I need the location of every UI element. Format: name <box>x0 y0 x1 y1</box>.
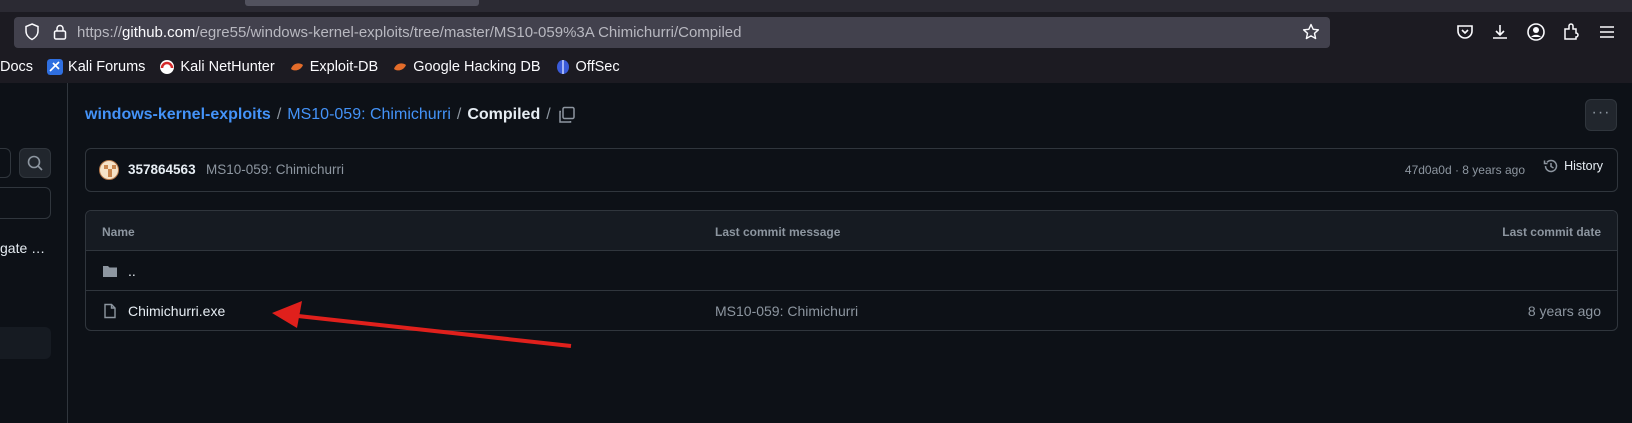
column-header-name: Name <box>102 225 135 239</box>
history-button[interactable]: History <box>1543 158 1603 174</box>
bookmark-star-icon[interactable] <box>1302 23 1320 41</box>
search-button[interactable] <box>19 148 51 178</box>
copy-path-icon[interactable] <box>557 105 577 125</box>
breadcrumb-repo-link[interactable]: windows-kernel-exploits <box>85 106 271 124</box>
extensions-icon[interactable] <box>1561 22 1581 42</box>
bookmark-label: Exploit-DB <box>309 59 379 75</box>
bookmarks-bar: Docs Kali Forums Kali NetHunter Exploit-… <box>0 55 634 79</box>
commit-message[interactable]: MS10-059: Chimichurri <box>206 162 344 177</box>
commit-meta[interactable]: 47d0a0d · 8 years ago <box>1405 163 1525 177</box>
branch-selector[interactable] <box>0 148 11 178</box>
latest-commit-box: 357864563 MS10-059: Chimichurri 47d0a0d … <box>85 148 1618 192</box>
file-filter-input[interactable] <box>0 187 51 219</box>
tab-strip <box>0 0 1632 12</box>
table-header: Name Last commit message Last commit dat… <box>86 211 1617 251</box>
download-icon[interactable] <box>1490 22 1510 42</box>
pocket-icon[interactable] <box>1455 22 1475 42</box>
file-tree-selected-item[interactable] <box>0 327 51 359</box>
avatar[interactable] <box>99 160 119 180</box>
file-commit-date: 8 years ago <box>1527 303 1601 319</box>
url-text[interactable]: https://github.com/egre55/windows-kernel… <box>77 24 741 41</box>
bookmark-kali-forums[interactable]: Kali Forums <box>47 59 145 75</box>
history-label: History <box>1564 159 1603 173</box>
column-header-message: Last commit message <box>715 225 841 239</box>
bookmark-docs[interactable]: Docs <box>0 59 33 75</box>
breadcrumb: windows-kernel-exploits / MS10-059: Chim… <box>85 106 557 124</box>
commit-author[interactable]: 357864563 <box>128 162 196 177</box>
bookmark-offsec[interactable]: OffSec <box>555 59 620 75</box>
tracking-shield-icon[interactable] <box>24 23 40 41</box>
file-icon <box>104 303 116 319</box>
url-path: /egre55/windows-kernel-exploits/tree/mas… <box>195 24 742 41</box>
file-name[interactable]: .. <box>128 263 136 279</box>
breadcrumb-folder-link[interactable]: MS10-059: Chimichurri <box>287 106 451 124</box>
bookmark-label: Docs <box>0 59 34 75</box>
bookmark-google-hacking-db[interactable]: Google Hacking DB <box>392 59 541 75</box>
account-icon[interactable] <box>1526 22 1546 42</box>
history-icon <box>1543 159 1558 173</box>
file-name[interactable]: Chimichurri.exe <box>128 303 225 319</box>
file-table: Name Last commit message Last commit dat… <box>85 210 1618 331</box>
identicon-icon <box>104 165 116 177</box>
file-commit-message[interactable]: MS10-059: Chimichurri <box>715 303 858 319</box>
breadcrumb-separator: / <box>546 106 551 123</box>
address-bar[interactable]: https://github.com/egre55/windows-kernel… <box>14 17 1330 48</box>
bookmark-label: OffSec <box>575 59 620 75</box>
url-prefix: https:// <box>77 24 123 41</box>
active-tab[interactable] <box>245 0 479 6</box>
bookmark-exploit-db[interactable]: Exploit-DB <box>289 59 379 75</box>
breadcrumb-current: Compiled <box>467 106 541 123</box>
table-row[interactable]: Chimichurri.exe MS10-059: Chimichurri 8 … <box>86 291 1617 330</box>
column-header-date: Last commit date <box>1502 225 1601 239</box>
url-host: github.com <box>122 24 196 41</box>
offsec-icon <box>556 60 569 74</box>
kali-forums-icon <box>47 59 64 75</box>
ghdb-icon <box>394 63 407 71</box>
bookmark-kali-nethunter[interactable]: Kali NetHunter <box>159 59 275 75</box>
bookmark-label: Kali NetHunter <box>180 59 275 75</box>
exploitdb-icon <box>290 63 303 71</box>
search-icon <box>27 155 43 171</box>
file-tree-panel: gate … <box>0 83 68 423</box>
menu-icon[interactable] <box>1597 22 1617 42</box>
more-options-button[interactable]: ··· <box>1585 99 1617 131</box>
breadcrumb-separator: / <box>276 106 282 123</box>
nethunter-icon <box>160 60 175 74</box>
browser-toolbar: https://github.com/egre55/windows-kernel… <box>0 0 1632 83</box>
lock-icon[interactable] <box>52 23 68 41</box>
file-tree-item[interactable]: gate … <box>0 240 45 256</box>
bookmark-label: Google Hacking DB <box>413 59 541 75</box>
folder-icon <box>103 266 117 277</box>
table-row-parent-dir[interactable]: .. <box>86 251 1617 291</box>
breadcrumb-separator: / <box>456 106 462 123</box>
bookmark-label: Kali Forums <box>68 59 146 75</box>
